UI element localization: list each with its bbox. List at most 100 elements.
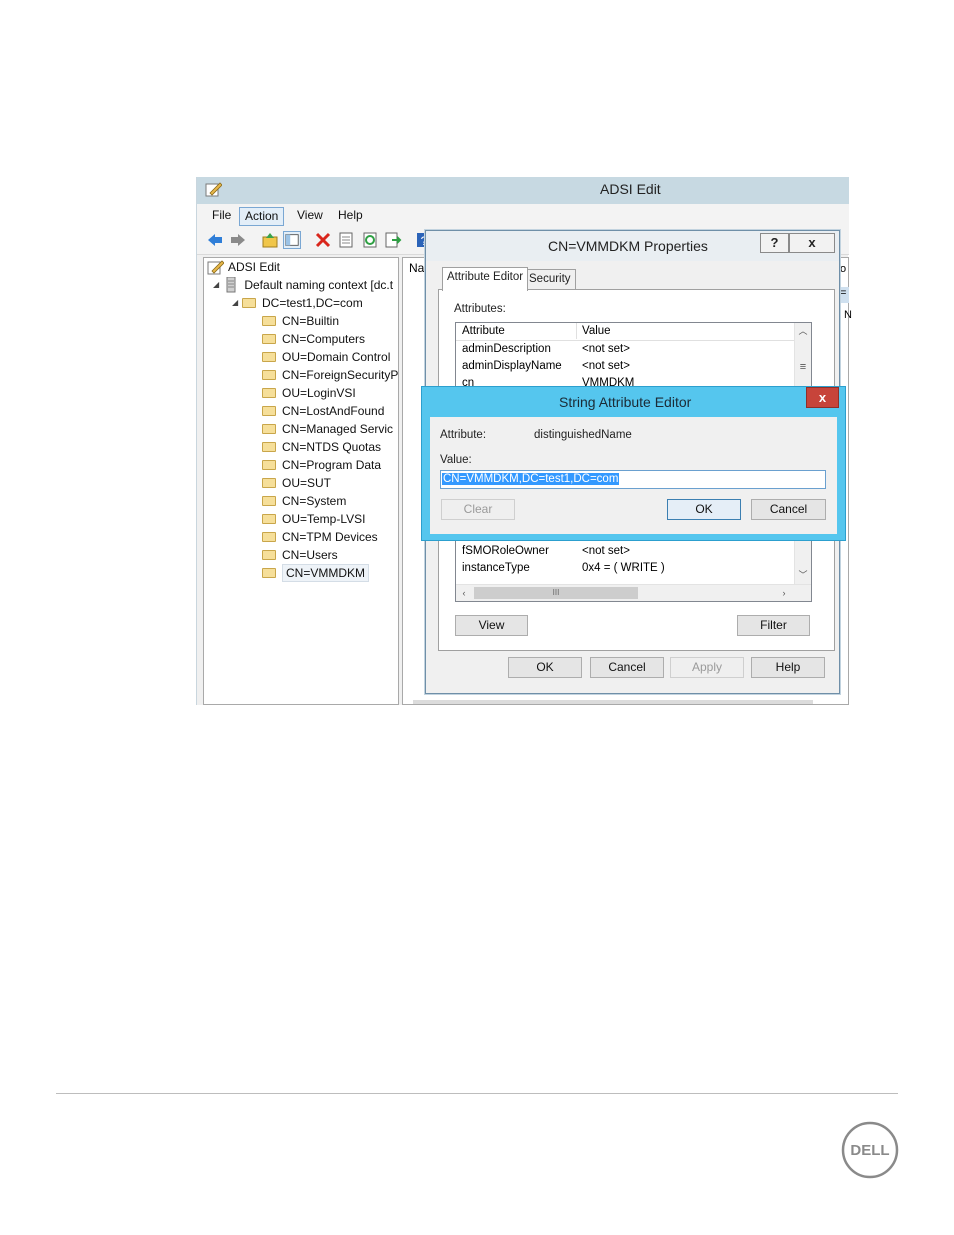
menu-action[interactable]: Action [239, 207, 285, 226]
tab-security[interactable]: Security [524, 269, 576, 290]
scroll-thumb-grip-icon[interactable]: ≡ [795, 359, 811, 375]
close-button[interactable]: x [789, 233, 835, 253]
tree-item-label: CN=VMMDKM [282, 564, 370, 582]
folder-icon [262, 478, 276, 488]
right-edge-glyph: = [840, 287, 849, 303]
folder-icon [262, 370, 276, 380]
folder-icon [262, 406, 276, 416]
folder-icon [262, 424, 276, 434]
tree-item[interactable]: CN=ForeignSecurityP [262, 366, 398, 384]
tree-item-label: CN=Managed Servic [282, 422, 394, 436]
tree-item[interactable]: CN=Program Data [262, 456, 381, 474]
scroll-thumb[interactable]: III [474, 587, 638, 599]
properties-titlebar[interactable]: CN=VMMDKM Properties ? x [426, 231, 839, 261]
tree-item[interactable]: CN=Managed Servic [262, 420, 393, 438]
menu-file[interactable]: File [207, 207, 236, 226]
tree-item-label: CN=Users [282, 548, 338, 562]
tree-item[interactable]: CN=NTDS Quotas [262, 438, 381, 456]
properties-title: CN=VMMDKM Properties [548, 238, 708, 254]
app-titlebar[interactable]: ADSI Edit [197, 177, 849, 204]
properties-icon[interactable] [337, 231, 355, 249]
tree-item[interactable]: CN=Users [262, 546, 338, 564]
folder-icon [262, 442, 276, 452]
attribute-name: instanceType [462, 562, 530, 574]
tree-root[interactable]: ADSI Edit [207, 258, 280, 276]
name-column-header[interactable]: Na [409, 261, 424, 275]
horizontal-scrollbar[interactable] [413, 700, 813, 704]
tree-item-label: OU=Domain Control [282, 350, 391, 364]
tab-attribute-editor[interactable]: Attribute Editor [442, 267, 529, 291]
footer-rule [56, 1093, 898, 1094]
tree-item-label: OU=LoginVSI [282, 386, 356, 400]
attribute-label: Attribute: [440, 429, 487, 441]
attribute-value: <not set> [582, 343, 630, 355]
tree-item-label: CN=Program Data [282, 458, 382, 472]
list-row[interactable]: fSMORoleOwner <not set> [456, 544, 796, 561]
list-row[interactable]: adminDisplayName <not set> [456, 359, 796, 376]
tree-item[interactable]: CN=TPM Devices [262, 528, 378, 546]
tree-item[interactable]: OU=LoginVSI [262, 384, 356, 402]
folder-icon [262, 460, 276, 470]
tree-item[interactable]: CN=Computers [262, 330, 365, 348]
close-button[interactable]: x [806, 387, 839, 408]
tree-pane: ADSI Edit ◢ Default naming context [dc.t… [203, 257, 399, 705]
delete-icon[interactable] [314, 231, 332, 249]
menu-view[interactable]: View [292, 207, 328, 226]
right-edge-glyph: N [844, 309, 852, 321]
refresh-icon[interactable] [361, 231, 379, 249]
tree-item-label: CN=NTDS Quotas [282, 440, 382, 454]
menu-help[interactable]: Help [333, 207, 368, 226]
scroll-right-icon[interactable]: › [776, 585, 792, 601]
right-edge-glyph: o [840, 263, 847, 275]
folder-icon [262, 352, 276, 362]
clear-button[interactable]: Clear [441, 499, 515, 520]
adsi-edit-tree-icon [207, 260, 225, 275]
folder-icon [262, 532, 276, 542]
list-row[interactable]: instanceType 0x4 = ( WRITE ) [456, 561, 796, 578]
scroll-left-icon[interactable]: ‹ [456, 585, 472, 601]
attribute-name: fSMORoleOwner [462, 545, 549, 557]
ok-button[interactable]: OK [508, 657, 582, 678]
column-header-value[interactable]: Value [576, 323, 611, 339]
scroll-down-icon[interactable]: ﹀ [795, 567, 811, 583]
scroll-up-icon[interactable]: ︿ [795, 323, 811, 339]
tree-item[interactable]: OU=SUT [262, 474, 331, 492]
filter-button[interactable]: Filter [737, 615, 810, 636]
folder-icon [262, 316, 276, 326]
sae-title: String Attribute Editor [559, 394, 692, 410]
value-input[interactable]: CN=VMMDKM,DC=test1,DC=com [440, 470, 826, 489]
tree-item[interactable]: CN=VMMDKM [262, 564, 370, 582]
tree-item-label: CN=Computers [282, 332, 366, 346]
tree-item-label: OU=SUT [282, 476, 332, 490]
tree-item-label: CN=LostAndFound [282, 404, 385, 418]
apply-button[interactable]: Apply [670, 657, 744, 678]
show-hide-tree-icon[interactable] [283, 231, 301, 249]
expanded-triangle-icon[interactable]: ◢ [232, 294, 242, 312]
folder-icon [262, 550, 276, 560]
value-selected-text: CN=VMMDKM,DC=test1,DC=com [442, 473, 620, 485]
tree-item-label: CN=Builtin [282, 314, 340, 328]
tree-item[interactable]: CN=LostAndFound [262, 402, 384, 420]
cancel-button[interactable]: Cancel [751, 499, 826, 520]
help-caption-button[interactable]: ? [760, 233, 789, 253]
forward-arrow-icon[interactable] [229, 231, 247, 249]
tree-domain[interactable]: ◢ DC=test1,DC=com [232, 294, 363, 312]
expanded-triangle-icon[interactable]: ◢ [213, 276, 223, 294]
list-row[interactable]: adminDescription <not set> [456, 342, 796, 359]
sae-titlebar[interactable]: String Attribute Editor x [422, 387, 845, 417]
ok-button[interactable]: OK [667, 499, 741, 520]
attribute-name: adminDescription [462, 343, 551, 355]
tree-item[interactable]: OU=Domain Control [262, 348, 390, 366]
tree-item[interactable]: CN=System [262, 492, 346, 510]
back-arrow-icon[interactable] [206, 231, 224, 249]
export-list-icon[interactable] [384, 231, 402, 249]
view-button[interactable]: View [455, 615, 528, 636]
help-button[interactable]: Help [751, 657, 825, 678]
tree-naming-context[interactable]: ◢ Default naming context [dc.t [213, 276, 393, 294]
tree-item[interactable]: OU=Temp-LVSI [262, 510, 365, 528]
up-folder-icon[interactable] [261, 231, 279, 249]
cancel-button[interactable]: Cancel [590, 657, 664, 678]
horizontal-scrollbar[interactable]: ‹ III › [456, 584, 811, 601]
tree-item[interactable]: CN=Builtin [262, 312, 339, 330]
column-header-attribute[interactable]: Attribute [462, 325, 505, 337]
